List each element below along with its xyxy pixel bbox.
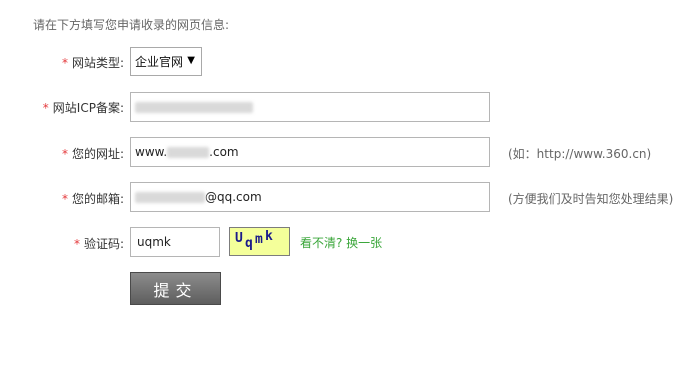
captcha-label: * 验证码:: [74, 235, 124, 252]
captcha-image-text: Uqmk: [235, 229, 273, 251]
required-mark: *: [61, 56, 68, 70]
form-intro-text: 请在下方填写您申请收录的网页信息:: [33, 18, 230, 32]
captcha-image[interactable]: Uqmk: [229, 227, 290, 256]
url-input[interactable]: www. .com: [130, 137, 490, 167]
redacted-value: [135, 101, 253, 113]
icp-label-text: 网站ICP备案:: [52, 101, 124, 115]
url-value-prefix: www.: [135, 145, 168, 159]
captcha-char: U: [235, 231, 243, 246]
required-mark: *: [73, 237, 80, 251]
captcha-char: m: [255, 232, 263, 247]
captcha-char: q: [245, 236, 253, 251]
url-label: * 您的网址:: [62, 145, 124, 162]
captcha-label-text: 验证码:: [83, 237, 124, 251]
submit-button[interactable]: 提交: [130, 272, 221, 305]
required-mark: *: [42, 101, 49, 115]
captcha-input[interactable]: uqmk: [130, 227, 220, 257]
email-input[interactable]: @qq.com: [130, 182, 490, 212]
url-label-text: 您的网址:: [71, 147, 124, 161]
site-type-label-text: 网站类型:: [71, 56, 124, 70]
dropdown-arrow-icon: ▼: [187, 55, 195, 66]
required-mark: *: [61, 147, 68, 161]
url-value-suffix: .com: [209, 145, 239, 159]
redacted-value: [167, 146, 210, 158]
captcha-char: k: [265, 229, 273, 244]
captcha-image-svg: Uqmk: [235, 229, 273, 251]
submission-form-page: 请在下方填写您申请收录的网页信息: * 网站类型: 企业官网 ▼ * 网站ICP备案…: [0, 0, 693, 371]
redacted-value: [135, 191, 205, 203]
captcha-input-value: uqmk: [137, 235, 171, 249]
url-hint: (如：http://www.360.cn): [508, 147, 652, 161]
required-mark: *: [61, 192, 68, 206]
site-type-select[interactable]: 企业官网 ▼: [130, 47, 202, 76]
site-type-selected-value: 企业官网: [135, 55, 184, 69]
icp-input[interactable]: [130, 92, 490, 122]
email-hint: (方便我们及时告知您处理结果): [508, 192, 674, 206]
email-label: * 您的邮箱:: [62, 190, 124, 207]
captcha-refresh-link[interactable]: 看不清? 换一张: [300, 234, 382, 251]
site-type-label: * 网站类型:: [62, 54, 124, 71]
icp-label: * 网站ICP备案:: [43, 99, 124, 116]
email-value-suffix: @qq.com: [205, 190, 262, 204]
email-label-text: 您的邮箱:: [71, 192, 124, 206]
